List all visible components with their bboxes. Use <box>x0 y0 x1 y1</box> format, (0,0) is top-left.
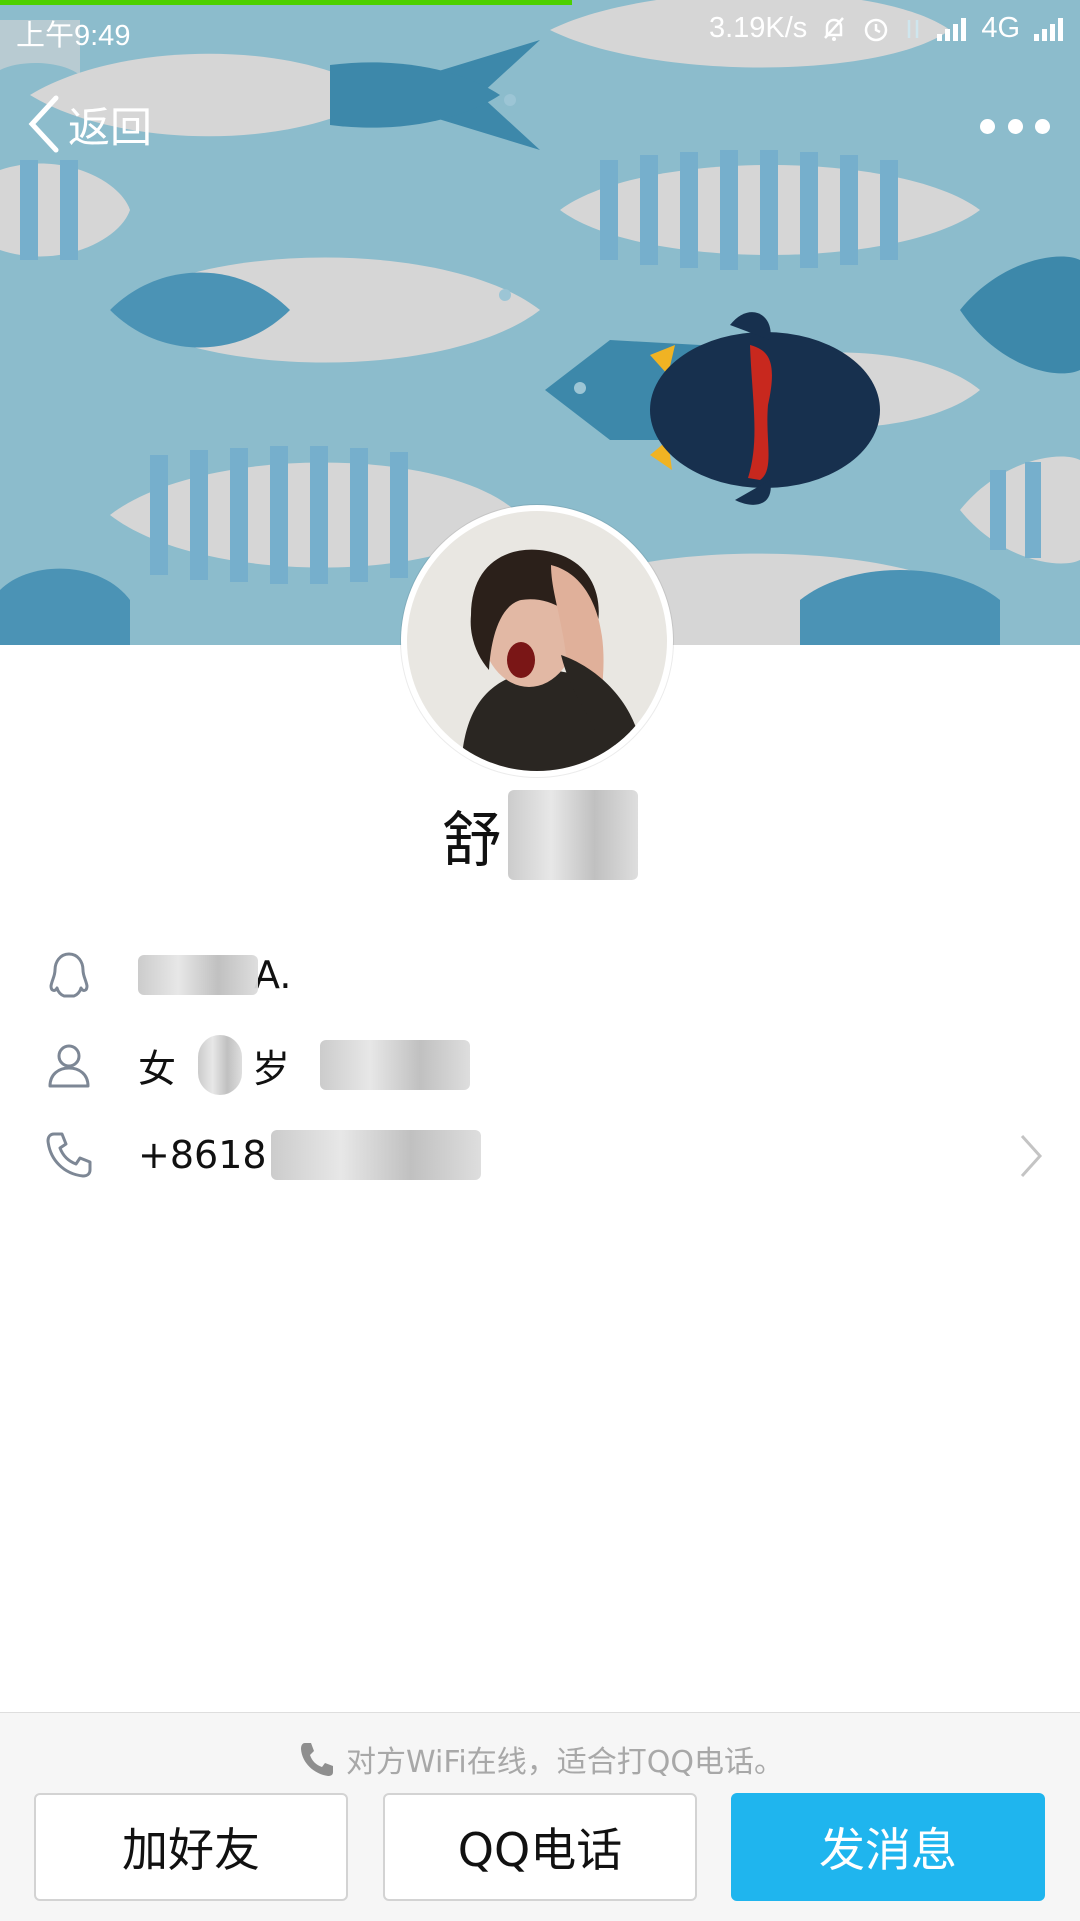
profile-name: 舒 <box>442 790 638 880</box>
phone-row[interactable]: +8618 <box>0 1110 1080 1200</box>
phone-filled-icon <box>301 1743 333 1776</box>
profile-name-row: 舒 <box>0 790 1080 880</box>
phone-icon <box>46 1132 92 1178</box>
network-type: 4G <box>981 12 1020 44</box>
back-label: 返回 <box>68 102 153 152</box>
qq-id-row: A. <box>0 930 1080 1020</box>
bottom-action-bar: 对方WiFi在线，适合打QQ电话。 加好友 QQ电话 发消息 <box>0 1712 1080 1921</box>
name-redacted <box>508 790 638 880</box>
net-speed: 3.19K/s <box>708 12 808 44</box>
location-redacted <box>320 1040 471 1090</box>
alarm-icon <box>861 14 891 44</box>
send-message-button[interactable]: 发消息 <box>731 1793 1045 1901</box>
gender-text: 女 <box>138 1046 177 1091</box>
page-load-progress <box>0 0 572 5</box>
qq-call-button[interactable]: QQ电话 <box>383 1793 697 1901</box>
status-time: 上午9:49 <box>16 20 131 52</box>
mute-bell-icon <box>819 14 849 44</box>
qq-id-redacted <box>138 955 258 995</box>
phone-redacted <box>270 1130 481 1180</box>
avatar-photo <box>403 507 671 775</box>
age-redacted <box>198 1035 243 1095</box>
phone-text: +8618 <box>138 1133 267 1177</box>
avatar[interactable] <box>401 505 673 777</box>
more-dots-icon[interactable] <box>980 112 1050 140</box>
gender-age-row: 女 岁 <box>0 1020 1080 1110</box>
back-arrow-icon <box>28 95 59 153</box>
wifi-tip-text: 对方WiFi在线，适合打QQ电话。 <box>346 1745 784 1780</box>
chevron-right-icon[interactable] <box>1016 1132 1046 1180</box>
add-friend-button[interactable]: 加好友 <box>34 1793 348 1901</box>
status-bar: 上午9:49 3.19K/s 4G <box>0 0 1080 56</box>
back-button[interactable]: 返回 <box>26 92 152 156</box>
data-arrows-icon <box>903 14 923 44</box>
qq-id-text: A. <box>254 953 292 997</box>
age-unit: 岁 <box>252 1046 291 1091</box>
name-text: 舒 <box>442 805 502 876</box>
person-icon <box>48 1044 90 1088</box>
signal-icon <box>935 16 969 42</box>
wifi-tip: 对方WiFi在线，适合打QQ电话。 <box>0 1737 1080 1781</box>
penguin-outline-icon <box>49 952 89 998</box>
signal-icon-2 <box>1032 16 1066 42</box>
profile-info-list: A. 女 岁 +8618 <box>0 930 1080 1200</box>
